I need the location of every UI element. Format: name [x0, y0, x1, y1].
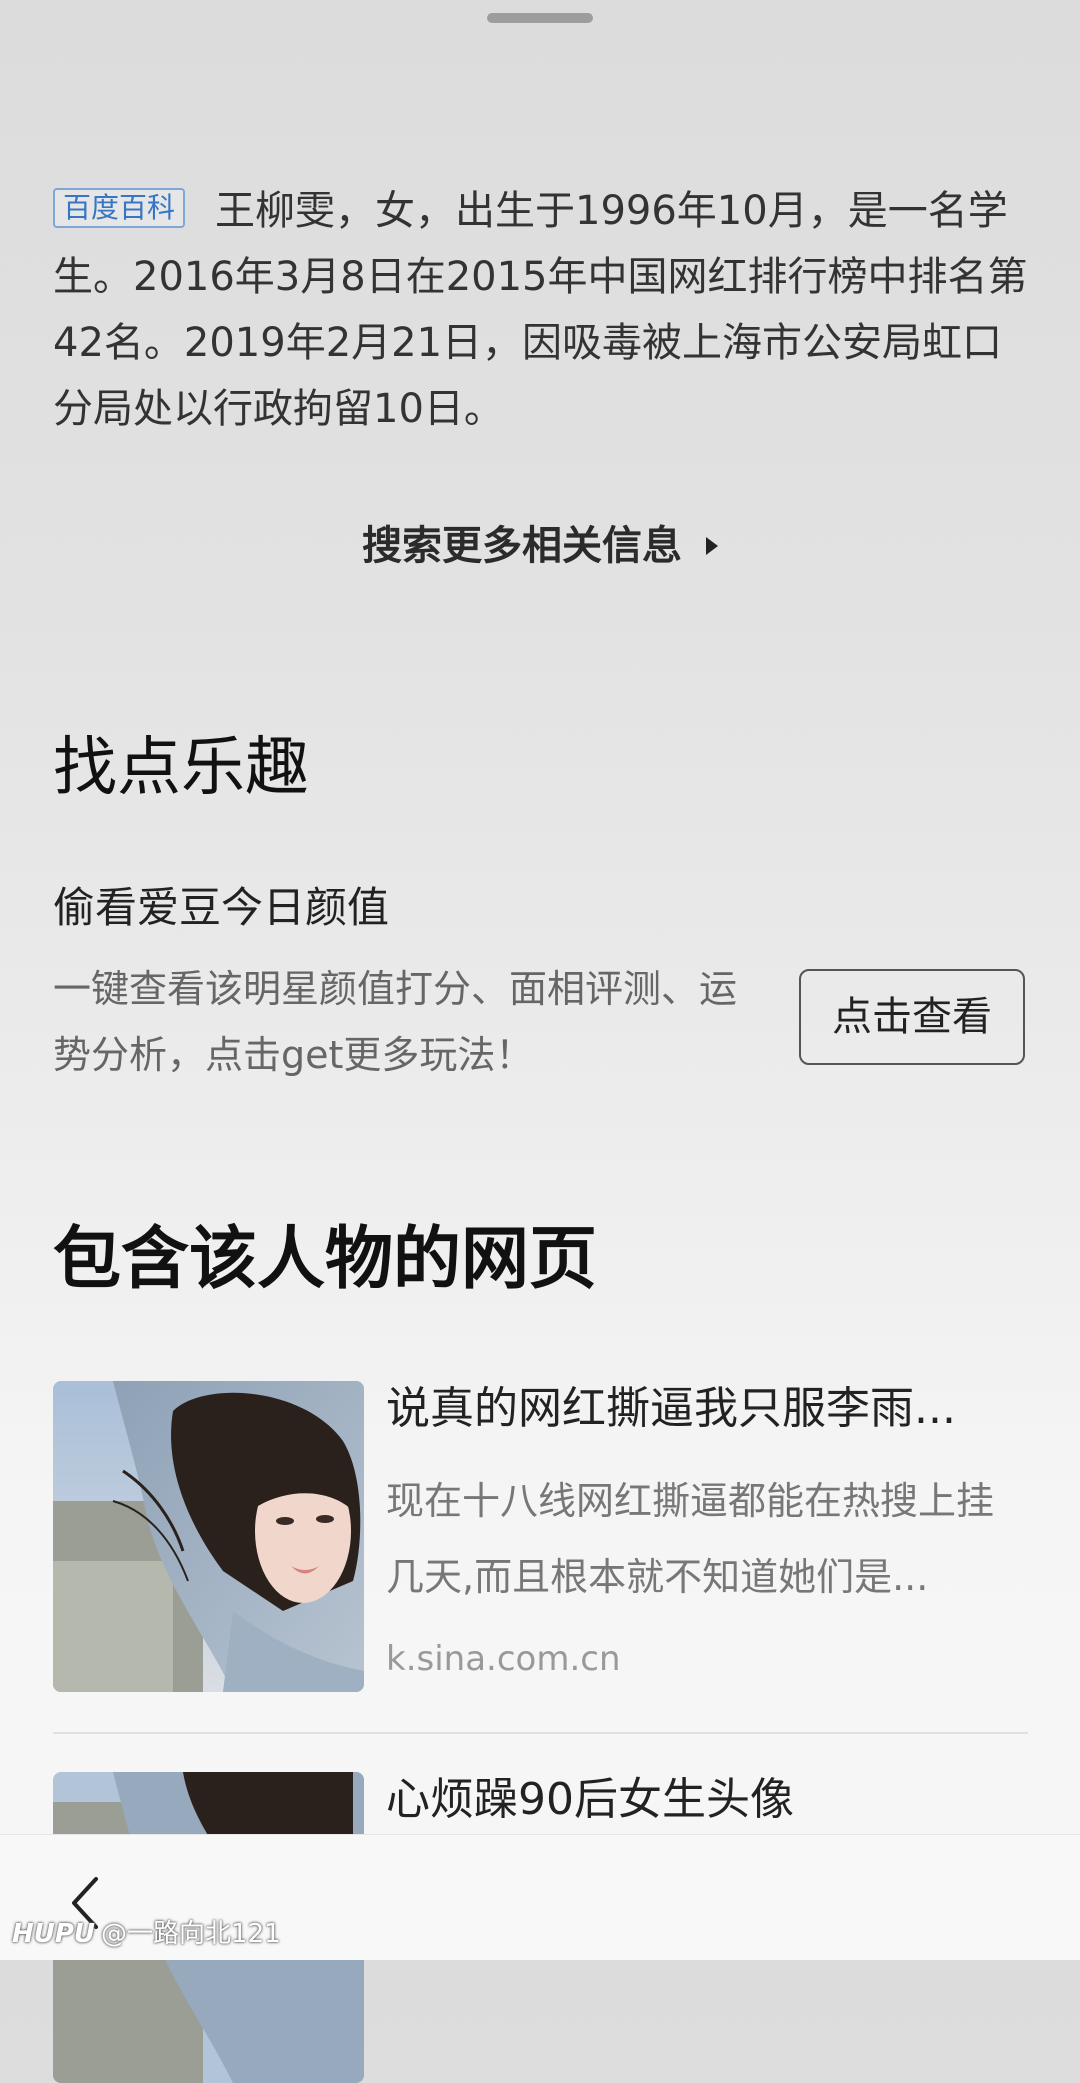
fun-description: 一键查看该明星颜值打分、面相评测、运势分析，点击get更多玩法！ — [53, 967, 738, 1077]
watermark-handle: @一路向北121 — [101, 1919, 281, 1949]
watermark: HUPU @一路向北121 — [12, 1916, 281, 1952]
baike-text: 王柳雯，女，出生于1996年10月，是一名学生。2016年3月8日在2015年中… — [53, 188, 1028, 432]
baike-badge[interactable]: 百度百科 — [53, 188, 186, 228]
search-more-label: 搜索更多相关信息 — [362, 523, 682, 569]
watermark-brand: HUPU — [12, 1919, 96, 1949]
result-source: k.sina.com.cn — [386, 1639, 621, 1679]
divider — [53, 1732, 1028, 1734]
drag-handle[interactable] — [487, 13, 593, 23]
search-more-link[interactable]: 搜索更多相关信息 — [0, 518, 1080, 574]
result-title[interactable]: 心烦躁90后女生头像 — [386, 1772, 1026, 1828]
triangle-right-icon — [706, 537, 718, 555]
view-button[interactable]: 点击查看 — [799, 969, 1025, 1065]
result-summary: 现在十八线网红撕逼都能在热搜上挂几天,而且根本就不知道她们是... — [386, 1479, 995, 1599]
web-section-title: 包含该人物的网页 — [53, 1220, 598, 1299]
result-title[interactable]: 说真的网红撕逼我只服李雨... — [386, 1381, 1026, 1437]
web-result-card[interactable]: 说真的网红撕逼我只服李雨... 现在十八线网红撕逼都能在热搜上挂几天,而且根本就… — [53, 1381, 1028, 1733]
fun-subtitle[interactable]: 偷看爱豆今日颜值 — [53, 880, 389, 936]
result-thumbnail[interactable] — [53, 1381, 364, 1692]
fun-section-title: 找点乐趣 — [53, 731, 309, 805]
baike-summary: 百度百科 王柳雯，女，出生于1996年10月，是一名学生。2016年3月8日在20… — [53, 178, 1028, 442]
